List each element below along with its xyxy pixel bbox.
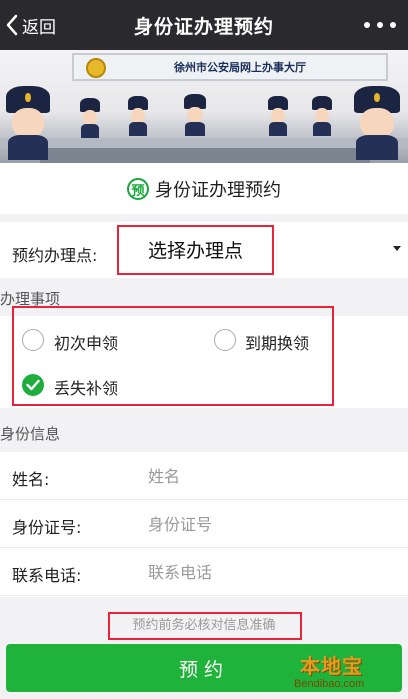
watermark-text: 本地宝 [300, 654, 363, 678]
location-select[interactable]: 预约办理点: 选择办理点 [0, 222, 408, 278]
checkmark-icon [26, 379, 40, 391]
phone-field-row: 联系电话: [0, 548, 408, 596]
id-number-field-row: 身份证号: [0, 500, 408, 548]
officer-figure [128, 96, 148, 136]
phone-input[interactable] [140, 556, 390, 588]
more-menu-icon[interactable] [364, 16, 396, 34]
watermark-url: Bendibao.com [294, 678, 365, 690]
phone-label: 联系电话: [12, 566, 82, 585]
dropdown-caret-icon[interactable] [393, 246, 401, 251]
option-renewal-label[interactable]: 到期换领 [245, 330, 309, 354]
officer-figure [184, 94, 206, 136]
option-renewal-radio[interactable] [214, 329, 236, 351]
verification-notice: 预约前务必核对信息准确 [132, 618, 276, 633]
name-label: 姓名: [12, 470, 50, 489]
name-field-row: 姓名: [0, 452, 408, 500]
officer-figure [354, 86, 400, 160]
option-lost-replace-radio[interactable] [22, 374, 44, 396]
name-input[interactable] [140, 460, 390, 492]
identity-section-header [0, 408, 408, 452]
option-first-apply-label[interactable]: 初次申领 [54, 330, 118, 354]
top-bar: 返回 身份证办理预约 [0, 0, 408, 50]
service-counter [0, 138, 408, 148]
option-lost-replace-label[interactable]: 丢失补领 [54, 375, 118, 399]
hall-banner-image: 徐州市公安局网上办事大厅 [0, 50, 408, 163]
id-number-label: 身份证号: [12, 518, 82, 537]
appointment-badge-icon: 预 [127, 178, 149, 200]
form-heading: 预 身份证办理预约 [0, 164, 408, 214]
option-first-apply-radio[interactable] [22, 329, 44, 351]
page-title: 身份证办理预约 [133, 16, 274, 38]
hall-sign-text: 徐州市公安局网上办事大厅 [174, 61, 306, 74]
hall-sign: 徐州市公安局网上办事大厅 [72, 53, 388, 81]
police-emblem-icon [86, 58, 106, 78]
id-number-input[interactable] [140, 508, 390, 540]
service-desk [40, 148, 370, 163]
officer-figure [6, 86, 50, 160]
form-title: 身份证办理预约 [155, 180, 281, 201]
officer-figure [80, 98, 100, 138]
officer-figure [268, 96, 288, 136]
bendibao-watermark-logo: 本地宝 Bendibao.com [286, 648, 402, 696]
services-section-header [0, 278, 408, 316]
officer-figure [312, 96, 332, 136]
location-label: 预约办理点: [12, 246, 98, 265]
identity-section-title: 身份信息 [0, 425, 61, 443]
location-selected-value[interactable]: 选择办理点 [148, 236, 243, 263]
section-divider [0, 214, 408, 222]
services-section-title: 办理事项 [0, 290, 61, 308]
